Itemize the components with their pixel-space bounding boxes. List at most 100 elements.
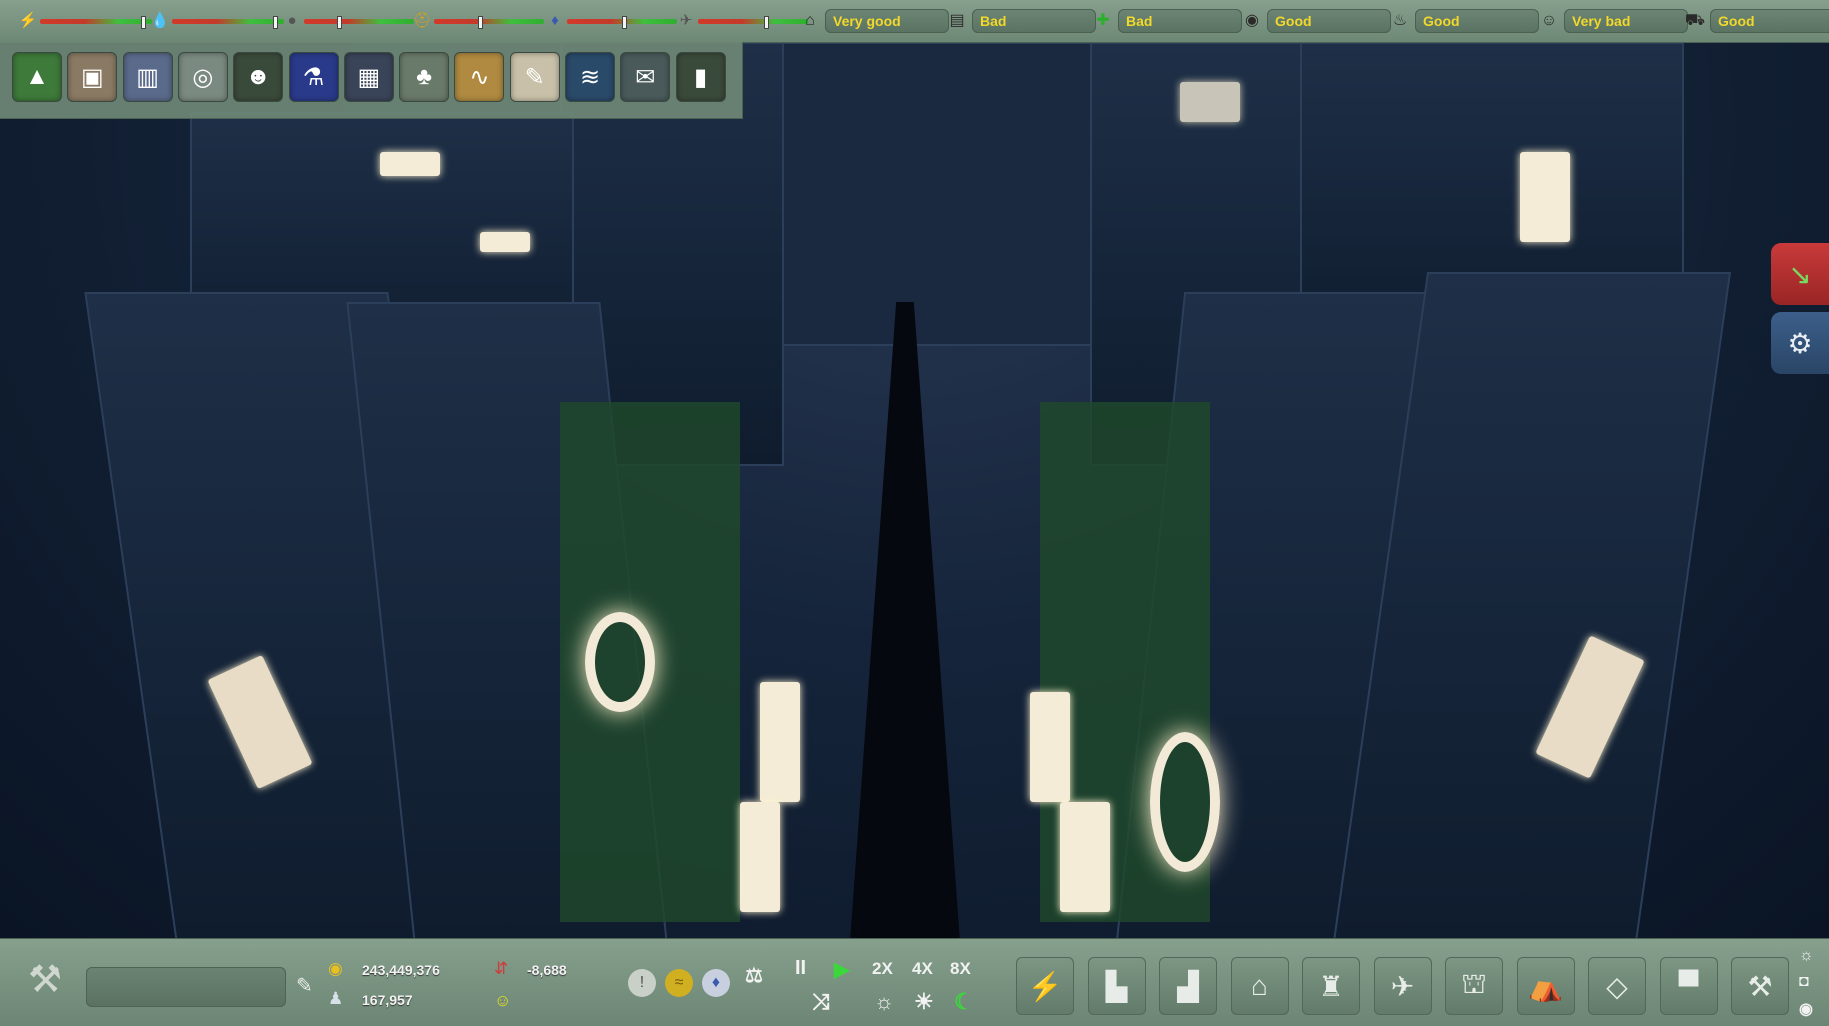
speed-4x-button[interactable]: 4X [912,959,933,979]
lit-tower [740,802,780,912]
random-shuffle-icon[interactable]: ⤨ [812,989,830,1015]
settings-button[interactable]: ⚙ [1771,312,1829,374]
economy-graph-button[interactable]: ∿ [454,52,505,102]
wind-toggle[interactable]: ≈ [665,969,693,997]
education-book-status[interactable]: ▤ Bad [946,8,1096,34]
lit-tower [1030,692,1070,802]
statistics-chart-button[interactable]: ▥ [122,52,173,102]
traffic-icon: ✈ [679,12,693,29]
build-blocks-button[interactable]: ▀ [1659,957,1718,1015]
distant-tower [780,42,1104,346]
status-label: Bad [972,9,1096,33]
build-services-button[interactable]: ⌂ [1230,957,1289,1015]
time-of-day-icon[interactable]: ☼ [874,989,894,1015]
population-icon: ♟ [328,989,344,1008]
entertainment-icon: ☺ [1540,12,1558,29]
day-sun-icon[interactable]: ☀ [914,989,934,1015]
population-value: 167,957 [362,992,413,1008]
health-cross-icon: ✚ [1096,12,1110,29]
status-label: Good [1710,9,1829,33]
view-eye-icon[interactable]: ◉ [1799,999,1813,1019]
build-services-icon: ⌂ [1251,970,1268,1001]
tools-menu-icon[interactable]: ⚒ [18,953,72,1007]
build-residential-icon: ▙ [1105,970,1128,1002]
build-transport-button[interactable]: ✈ [1373,957,1432,1015]
city-name-field[interactable] [86,967,286,1007]
build-bulldoze-button[interactable]: ⚒ [1731,957,1789,1015]
status-label: Good [1267,9,1391,33]
library-books-button[interactable]: ▮ [675,52,726,102]
build-public-button[interactable]: ⛫ [1445,957,1503,1015]
build-industry-button[interactable]: ♜ [1302,957,1360,1015]
terrain-tool-button[interactable]: ▲ [12,52,62,102]
speed-2x-button[interactable]: 2X [872,959,893,979]
income-arrow-icon: ⇵ [494,959,509,978]
lit-window [480,232,530,252]
build-power-icon: ⚡ [1027,970,1063,1002]
nature-tree-button[interactable]: ♣ [399,52,450,102]
economy-graph-icon: ∿ [469,63,490,91]
status-label: Very bad [1564,9,1688,33]
roads-tool-button[interactable]: ▦ [343,52,394,102]
temperature-toggle[interactable]: ! [628,969,656,997]
top-status-bar: ⚡ 💧 ● ⛑ ♦ ✈ ⌂ Very good ▤ Bad ✚ Bad ◉ Go… [0,0,1829,43]
build-bulldoze-icon: ⚒ [1747,970,1773,1002]
screenshot-camera-icon[interactable]: ◘ [1799,973,1809,991]
build-residential-button[interactable]: ▙ [1087,957,1146,1015]
worker-helmet-meter: ⛑ [412,12,546,29]
level-bar [567,16,677,29]
rail-tool-button[interactable]: ≋ [565,52,615,102]
build-structure-button[interactable]: ◇ [1588,957,1646,1015]
research-flask-button[interactable]: ⚗ [288,52,339,102]
build-leisure-button[interactable]: ⛺ [1516,957,1575,1015]
rain-toggle[interactable]: ♦ [702,969,730,997]
central-avenue [850,302,960,938]
balance-scale-icon[interactable]: ⚖ [745,963,763,988]
city-viewport[interactable] [0,42,1829,938]
edit-pencil-icon[interactable]: ✎ [296,973,313,998]
build-industry-icon: ♜ [1318,970,1344,1002]
policy-scroll-button[interactable]: ✎ [509,52,560,102]
ring-light [585,612,655,712]
environment-status[interactable]: ◉ Good [1241,8,1391,34]
play-button[interactable]: ▶ [834,957,849,982]
traffic-meter: ✈ [676,12,810,29]
library-books-icon: ▮ [693,63,708,91]
education-book-icon: ▤ [949,12,965,29]
level-marker [478,16,483,29]
mail-envelope-button[interactable]: ✉ [620,52,671,102]
status-label: Good [1415,9,1539,33]
police-icon: ♦ [551,12,559,29]
settings-gear-icon: ⚙ [1787,327,1813,359]
trend-chart-icon: ↘ [1788,258,1812,290]
lit-window [1520,152,1570,242]
fire-safety-icon: ♨ [1392,12,1408,29]
housing-status[interactable]: ⌂ Very good [799,8,949,34]
pause-button[interactable]: II [795,957,806,980]
entertainment-status[interactable]: ☺ Very bad [1538,8,1688,34]
coins-icon: ◉ [328,959,343,978]
water-drop-icon: 💧 [150,12,170,29]
level-marker [141,16,146,29]
income-value: -8,688 [527,962,567,978]
build-blocks-icon: ▀ [1678,970,1699,1001]
tool-strip: ▲ ▣ ▥ ◎ ☻ ⚗ ▦ ♣ ∿ ✎ ≋ ✉ ▮ [0,42,743,119]
weather-icon[interactable]: ☼ [1799,947,1814,965]
rail-tool-icon: ≋ [579,63,601,91]
night-moon-icon[interactable]: ☾ [954,989,974,1015]
statistics-chart-icon: ▥ [136,63,159,91]
build-power-button[interactable]: ⚡ [1016,957,1074,1015]
build-commercial-button[interactable]: ▟ [1159,957,1217,1015]
health-cross-status[interactable]: ✚ Bad [1092,8,1242,34]
waste-bag-meter: ● [282,12,416,29]
speed-8x-button[interactable]: 8X [950,959,971,979]
hologram-tool-button[interactable]: ◎ [177,52,228,102]
blocks-tool-button[interactable]: ▣ [67,52,118,102]
trend-chart-button[interactable]: ↘ [1771,243,1829,305]
fire-safety-status[interactable]: ♨ Good [1389,8,1539,34]
transport-status[interactable]: ⛟ Good [1684,8,1829,34]
citizens-button[interactable]: ☻ [233,52,284,102]
water-drop-meter: 💧 [150,12,286,29]
environment-icon: ◉ [1245,12,1259,29]
roads-tool-icon: ▦ [357,63,381,91]
